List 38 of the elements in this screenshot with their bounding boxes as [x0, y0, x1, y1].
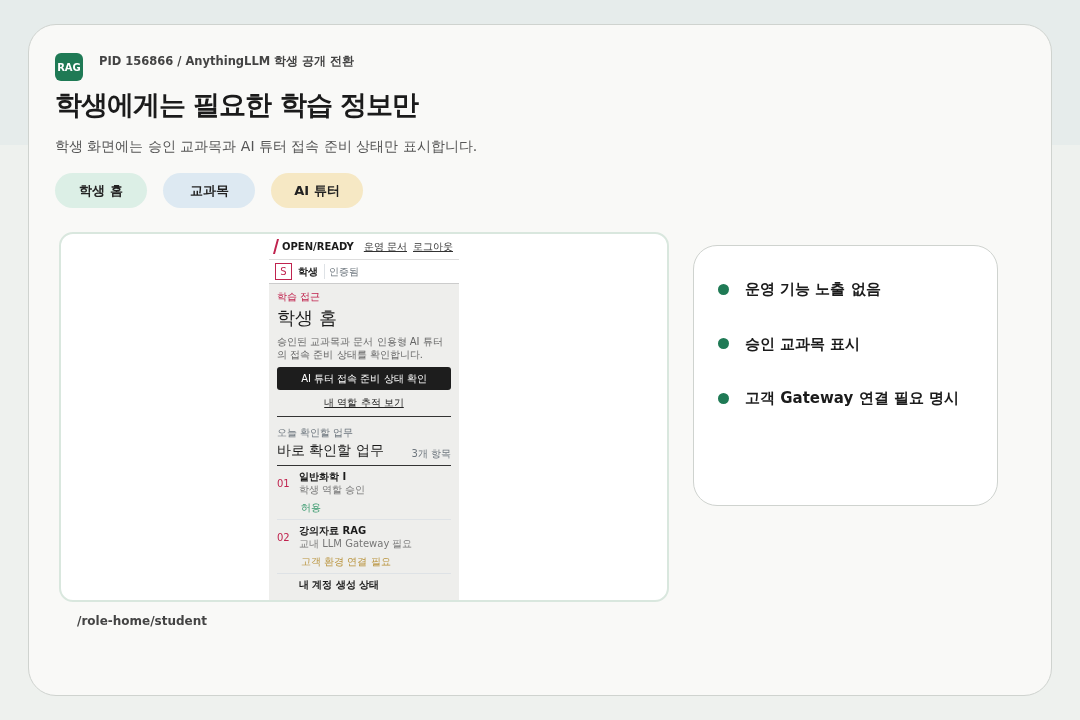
section-heading: 학생 홈 [277, 306, 338, 330]
item-subtitle: 학생 역할 승인 [299, 483, 366, 496]
item-title: 내 계정 생성 상태 [299, 578, 380, 591]
status-tag: 고객 환경 연결 필요 [301, 554, 451, 569]
bullet-dot [718, 338, 729, 350]
primary-button[interactable]: AI 튜터 접속 준비 상태 확인 [277, 367, 451, 390]
tag-chip[interactable]: AI 튜터 [271, 172, 363, 208]
slash-icon [273, 239, 279, 254]
logo-badge: RAG [55, 53, 83, 81]
breadcrumb-text: PID 156866 / AnythingLLM 학생 공개 전환 [99, 53, 355, 70]
item-title: 강의자료 RAG [299, 524, 368, 537]
nav-link[interactable]: 로그아웃 [413, 239, 453, 254]
route-path: /role-home/student [77, 613, 209, 630]
role-tag: 인증됨 [324, 264, 359, 279]
item-number: 02 [277, 530, 291, 545]
tasks-eyebrow: 오늘 확인할 업무 [277, 426, 355, 440]
section-eyebrow: 학습 접근 [277, 290, 322, 304]
bullet-dot [718, 392, 729, 404]
tasks-title: 바로 확인할 업무 [277, 441, 384, 460]
tag-chip[interactable]: 학생 홈 [55, 172, 147, 208]
secondary-link[interactable]: 내 역할 추적 보기 [277, 395, 451, 410]
nav-link[interactable]: 운영 문서 [363, 239, 407, 254]
tag-chip[interactable]: 교과목 [163, 172, 255, 208]
item-title: 일반화학 I [299, 470, 348, 483]
checklist-item: 승인 교과목 표시 [745, 333, 861, 355]
item-count: 3개 항목 [411, 447, 451, 461]
item-number: 01 [277, 476, 291, 491]
page-subtitle: 학생 화면에는 승인 교과목과 AI 튜터 접속 준비 상태만 표시합니다. [55, 136, 479, 156]
item-subtitle: 교내 LLM Gateway 필요 [299, 537, 413, 550]
role-name: 학생 [298, 265, 318, 279]
section-description: 승인된 교과목과 문서 인용형 AI 튜터의 접속 준비 상태를 확인합니다. [277, 335, 444, 361]
checklist-item: 고객 Gateway 연결 필요 명시 [745, 388, 959, 409]
avatar: S [275, 263, 292, 280]
status-tag: 허용 [301, 500, 451, 515]
brand-text: OPEN/READY [282, 240, 354, 254]
bullet-dot [718, 283, 729, 295]
checklist-item: 운영 기능 노출 없음 [745, 279, 881, 300]
page-title: 학생에게는 필요한 학습 정보만 [55, 88, 420, 122]
